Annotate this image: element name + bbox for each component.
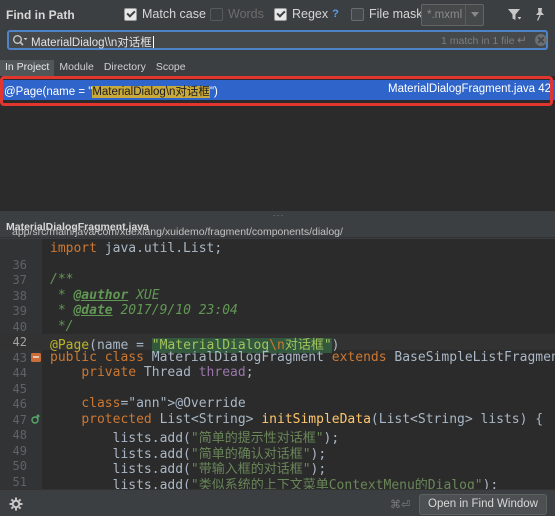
code-text: /** xyxy=(50,272,74,287)
match-count: 1 match in 1 file xyxy=(441,35,515,47)
file-path-bar: app/src/main/java/com/xuexiang/xuidemo/f… xyxy=(0,216,555,238)
scope-tabs: In Project Module Directory Scope xyxy=(0,60,191,76)
file-path-dir: app/src/main/java/com/xuexiang/xuidemo/f… xyxy=(12,226,343,238)
text-caret xyxy=(152,36,154,48)
regex-help-link[interactable]: ? xyxy=(332,8,339,20)
code-text: class="ann">@Override xyxy=(81,396,246,411)
gear-icon[interactable] xyxy=(9,497,23,511)
code-line[interactable]: 48 lists.add("简单的提示性对话框"); xyxy=(0,427,555,446)
match-case-check-icon[interactable] xyxy=(124,7,137,21)
clear-search-icon[interactable] xyxy=(535,34,547,46)
code-line[interactable]: 44 private Thread thread; xyxy=(0,365,555,381)
regex-checkbox[interactable]: Regex ? xyxy=(274,7,339,21)
line-number: 50 xyxy=(12,459,27,473)
open-in-find-window-button[interactable]: Open in Find Window xyxy=(419,494,547,515)
dialog-footer: ⌘⏎ Open in Find Window xyxy=(0,489,555,516)
code-text: protected List<String> initSimpleData(Li… xyxy=(81,411,544,427)
search-query-text: MaterialDialog\\n对话框 xyxy=(31,37,152,49)
line-number: 42 xyxy=(12,335,27,349)
code-text: lists.add("类似系统的上下文菜单ContextMenu的Dialog"… xyxy=(50,477,499,490)
subclass-gutter-icon[interactable] xyxy=(31,352,41,363)
file-mask-check-icon[interactable] xyxy=(351,7,364,21)
code-line[interactable]: 46 class="ann">@Override xyxy=(0,396,555,412)
override-gutter-icon[interactable] xyxy=(31,413,41,425)
dialog-title: Find in Path xyxy=(6,8,75,22)
line-number: 47 xyxy=(12,412,27,427)
regex-check-icon[interactable] xyxy=(274,7,287,21)
pin-icon[interactable] xyxy=(533,7,547,23)
tab-module[interactable]: Module xyxy=(54,60,98,76)
regex-label: Regex xyxy=(292,7,329,21)
words-label: Words xyxy=(228,7,264,21)
search-field[interactable]: MaterialDialog\\n对话框 1 match in 1 file ↵ xyxy=(7,30,548,50)
results-list: @Page(name = "MaterialDialog\n对话框") Mate… xyxy=(0,76,555,211)
code-text: import java.util.List; xyxy=(50,241,223,256)
words-check-icon[interactable] xyxy=(210,7,223,21)
code-line[interactable]: import java.util.List; xyxy=(0,241,555,257)
line-number: 48 xyxy=(12,428,27,442)
file-mask-value: *.mxml xyxy=(427,9,463,21)
tab-in-project[interactable]: In Project xyxy=(0,60,55,76)
code-line[interactable]: 39 * @date 2017/9/10 23:04 xyxy=(0,303,555,319)
new-line-icon[interactable]: ↵ xyxy=(517,33,527,47)
code-text: * @date 2017/9/10 23:04 xyxy=(50,303,238,318)
code-text: public class MaterialDialogFragment exte… xyxy=(50,349,555,365)
tab-scope[interactable]: Scope xyxy=(151,60,191,76)
code-line[interactable]: 38 * @author XUE xyxy=(0,288,555,304)
chevron-down-icon[interactable] xyxy=(465,5,483,25)
match-case-label: Match case xyxy=(142,7,206,21)
code-line[interactable]: 40 */ xyxy=(0,319,555,335)
code-line[interactable]: 50 lists.add("带输入框的对话框"); xyxy=(0,458,555,477)
code-text: private Thread thread; xyxy=(81,365,254,380)
code-line[interactable]: 47 protected List<String> initSimpleData… xyxy=(0,412,555,428)
match-case-checkbox[interactable]: Match case xyxy=(124,7,206,21)
file-mask-label: File mask: xyxy=(369,7,426,21)
code-line[interactable]: 51 lists.add("类似系统的上下文菜单ContextMenu的Dial… xyxy=(0,474,555,490)
line-number: 40 xyxy=(12,319,27,334)
open-shortcut-hint: ⌘⏎ xyxy=(390,499,411,511)
search-history-icon[interactable] xyxy=(12,34,28,48)
code-line[interactable]: 45 xyxy=(0,381,555,397)
code-preview[interactable]: import java.util.List; 36 37/** 38 * @autho… xyxy=(0,239,555,489)
line-number: 39 xyxy=(12,304,27,318)
file-mask-combobox[interactable]: *.mxml xyxy=(421,4,484,26)
code-text: */ xyxy=(50,318,74,334)
search-input[interactable]: MaterialDialog\\n对话框 xyxy=(31,34,154,50)
line-number: 45 xyxy=(12,381,27,396)
line-number: 51 xyxy=(12,474,27,489)
code-line[interactable]: 36 xyxy=(0,257,555,273)
code-line[interactable]: 49 lists.add("简单的确认对话框"); xyxy=(0,443,555,462)
filter-icon[interactable] xyxy=(507,8,521,22)
code-line[interactable]: 43 public class MaterialDialogFragment ex… xyxy=(0,350,555,366)
code-line[interactable]: 37 /** xyxy=(0,272,555,288)
line-number: 37 xyxy=(12,273,27,287)
words-checkbox[interactable]: Words xyxy=(210,7,264,21)
file-mask-checkbox[interactable]: File mask: xyxy=(351,7,426,21)
code-line[interactable]: 42 @Page(name = "MaterialDialog\n对话框") xyxy=(0,334,555,353)
line-number: 38 xyxy=(12,288,27,303)
line-number: 43 xyxy=(12,350,27,365)
find-in-path-header: Find in Path Match case Words Regex ? Fi… xyxy=(0,0,555,30)
tab-directory[interactable]: Directory xyxy=(99,60,151,76)
code-text: * @author XUE xyxy=(50,287,160,303)
annotation-highlight-box xyxy=(0,76,553,106)
line-number: 36 xyxy=(12,257,27,272)
line-number: 49 xyxy=(12,443,27,458)
line-number: 46 xyxy=(12,397,27,411)
file-path: app/src/main/java/com/xuexiang/xuidemo/f… xyxy=(6,221,343,238)
line-number: 44 xyxy=(12,366,27,380)
